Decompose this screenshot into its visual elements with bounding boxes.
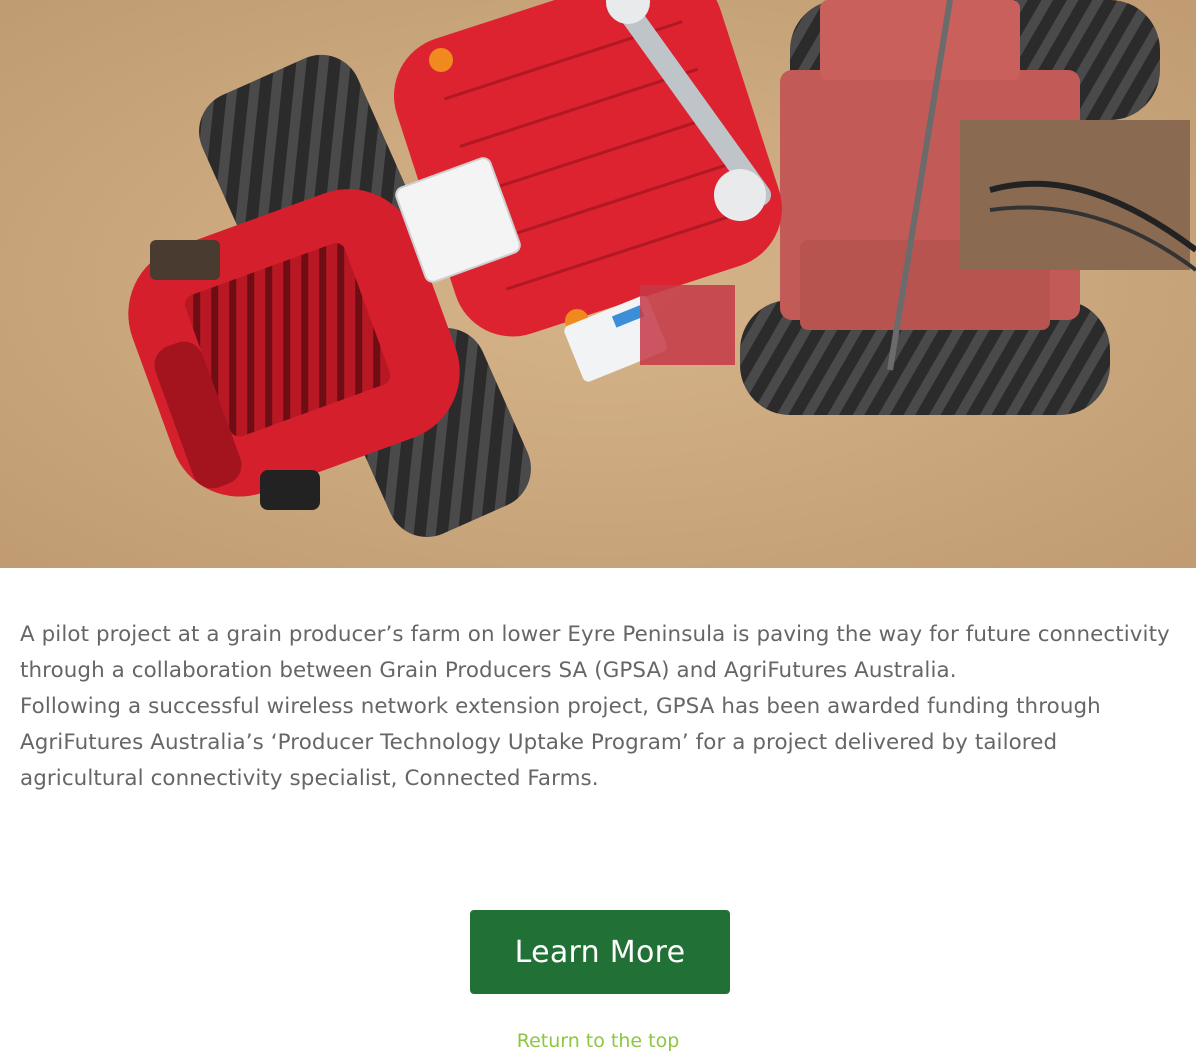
hero-image [0,0,1196,568]
tractor-aerial-illustration [0,0,1196,568]
beacon-left [429,48,453,72]
article-paragraph: Following a successful wireless network … [20,694,1101,791]
learn-more-button[interactable]: Learn More [470,910,730,994]
return-to-top-link[interactable]: Return to the top [0,1030,1196,1052]
article-paragraph: A pilot project at a grain producer’s fa… [20,622,1170,683]
article-body: A pilot project at a grain producer’s fa… [20,617,1180,797]
